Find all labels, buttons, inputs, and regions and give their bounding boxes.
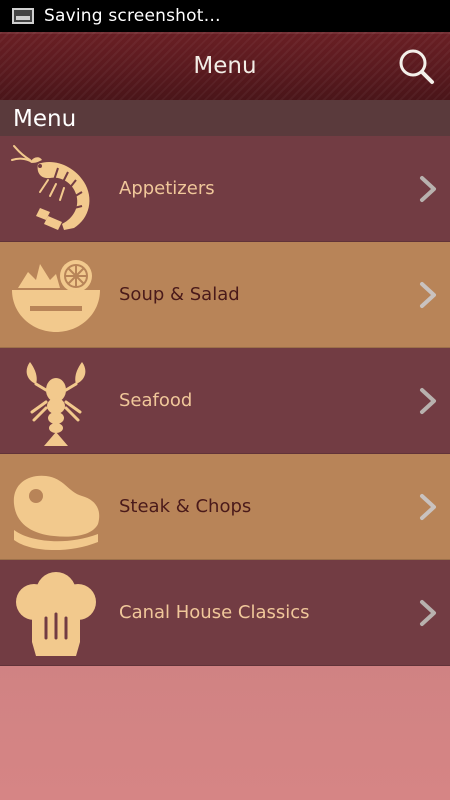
status-text: Saving screenshot… [44,6,221,26]
chef-hat-icon [16,572,96,656]
chevron-right-icon [420,176,436,202]
search-icon [399,49,434,84]
salad-bowl-icon [12,260,100,332]
menu-item-seafood[interactable]: Seafood [0,348,450,454]
app-bar-title: Menu [193,53,257,79]
chevron-right-icon [420,600,436,626]
lobster-icon [26,362,86,446]
steak-icon [13,475,100,551]
menu-list: Appetizers Soup & Salad Seafood Steak & … [0,136,450,666]
menu-item-label: Appetizers [119,178,215,199]
image-icon [12,8,34,24]
menu-item-canal-house-classics[interactable]: Canal House Classics [0,560,450,666]
chevron-right-icon [420,494,436,520]
status-bar: Saving screenshot… [0,0,450,32]
section-header: Menu [0,100,450,136]
chevron-right-icon [420,388,436,414]
chevron-right-icon [420,282,436,308]
search-button[interactable] [392,42,440,90]
menu-item-soup-salad[interactable]: Soup & Salad [0,242,450,348]
menu-item-label: Steak & Chops [119,496,252,517]
menu-item-steak-chops[interactable]: Steak & Chops [0,454,450,560]
menu-item-label: Seafood [119,390,193,411]
shrimp-icon [11,145,90,230]
app-bar: Menu [0,32,450,100]
menu-item-label: Soup & Salad [119,284,240,305]
menu-item-appetizers[interactable]: Appetizers [0,136,450,242]
menu-item-label: Canal House Classics [119,602,310,623]
